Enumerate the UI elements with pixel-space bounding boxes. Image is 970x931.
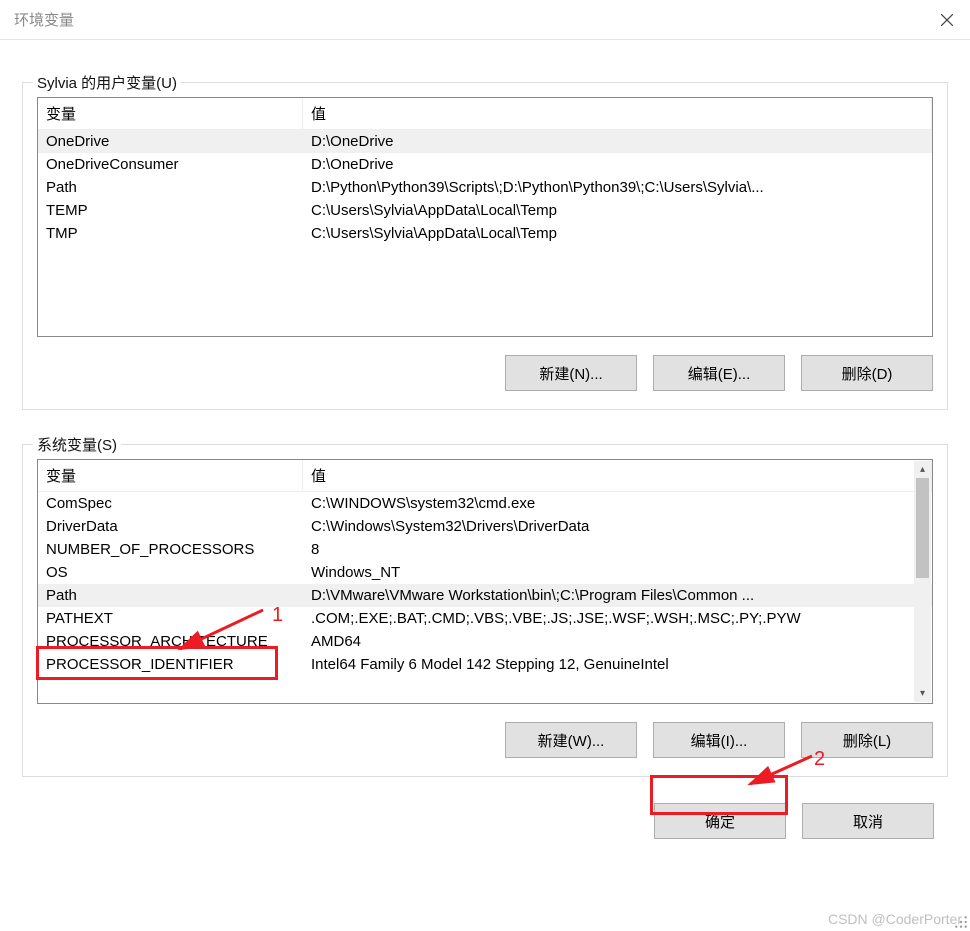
cell-variable: OneDriveConsumer	[38, 153, 303, 176]
cell-variable: PROCESSOR_IDENTIFIER	[38, 653, 303, 676]
table-row[interactable]: PathD:\VMware\VMware Workstation\bin\;C:…	[38, 584, 932, 607]
cell-value: C:\Windows\System32\Drivers\DriverData	[303, 515, 932, 538]
cancel-button[interactable]: 取消	[802, 803, 934, 839]
cell-value: C:\WINDOWS\system32\cmd.exe	[303, 492, 932, 515]
cell-variable: OneDrive	[38, 130, 303, 153]
col-variable[interactable]: 变量	[38, 98, 303, 129]
user-variables-list[interactable]: 变量 值 OneDriveD:\OneDriveOneDriveConsumer…	[37, 97, 933, 337]
table-row[interactable]: OneDriveD:\OneDrive	[38, 130, 932, 153]
table-row[interactable]: OneDriveConsumerD:\OneDrive	[38, 153, 932, 176]
ok-button[interactable]: 确定	[654, 803, 786, 839]
table-row[interactable]: TMPC:\Users\Sylvia\AppData\Local\Temp	[38, 222, 932, 245]
scrollbar[interactable]: ▴ ▾	[914, 461, 931, 702]
cell-variable: PROCESSOR_ARCHITECTURE	[38, 630, 303, 653]
cell-value: D:\Python\Python39\Scripts\;D:\Python\Py…	[303, 176, 932, 199]
cell-value: .COM;.EXE;.BAT;.CMD;.VBS;.VBE;.JS;.JSE;.…	[303, 607, 932, 630]
table-row[interactable]: PathD:\Python\Python39\Scripts\;D:\Pytho…	[38, 176, 932, 199]
user-delete-button[interactable]: 删除(D)	[801, 355, 933, 391]
user-legend: Sylvia 的用户变量(U)	[33, 72, 181, 93]
cell-variable: Path	[38, 176, 303, 199]
user-buttons: 新建(N)... 编辑(E)... 删除(D)	[37, 355, 933, 391]
system-variables-group: 系统变量(S) 变量 值 ComSpecC:\WINDOWS\system32\…	[22, 444, 948, 777]
cell-value: D:\OneDrive	[303, 153, 932, 176]
cell-value: Intel64 Family 6 Model 142 Stepping 12, …	[303, 653, 932, 676]
user-variables-group: Sylvia 的用户变量(U) 变量 值 OneDriveD:\OneDrive…	[22, 82, 948, 410]
cell-value: AMD64	[303, 630, 932, 653]
table-row[interactable]: DriverDataC:\Windows\System32\Drivers\Dr…	[38, 515, 932, 538]
system-delete-button[interactable]: 删除(L)	[801, 722, 933, 758]
cell-variable: ComSpec	[38, 492, 303, 515]
cell-variable: TEMP	[38, 199, 303, 222]
col-value[interactable]: 值	[303, 98, 932, 129]
table-row[interactable]: TEMPC:\Users\Sylvia\AppData\Local\Temp	[38, 199, 932, 222]
scroll-up-icon[interactable]: ▴	[914, 461, 931, 478]
table-row[interactable]: PATHEXT.COM;.EXE;.BAT;.CMD;.VBS;.VBE;.JS…	[38, 607, 932, 630]
cell-variable: Path	[38, 584, 303, 607]
table-row[interactable]: PROCESSOR_IDENTIFIERIntel64 Family 6 Mod…	[38, 653, 932, 676]
cell-variable: PATHEXT	[38, 607, 303, 630]
table-row[interactable]: PROCESSOR_ARCHITECTUREAMD64	[38, 630, 932, 653]
resize-grip-icon[interactable]	[954, 915, 968, 929]
cell-value: Windows_NT	[303, 561, 932, 584]
scroll-thumb[interactable]	[916, 478, 929, 578]
dialog-buttons: 确定 取消	[0, 777, 970, 839]
cell-value: D:\OneDrive	[303, 130, 932, 153]
list-header: 变量 值	[38, 460, 932, 492]
scroll-down-icon[interactable]: ▾	[914, 685, 931, 702]
col-variable[interactable]: 变量	[38, 460, 303, 491]
cell-value: C:\Users\Sylvia\AppData\Local\Temp	[303, 222, 932, 245]
cell-variable: DriverData	[38, 515, 303, 538]
col-value[interactable]: 值	[303, 460, 932, 491]
system-new-button[interactable]: 新建(W)...	[505, 722, 637, 758]
table-row[interactable]: OSWindows_NT	[38, 561, 932, 584]
list-header: 变量 值	[38, 98, 932, 130]
cell-variable: TMP	[38, 222, 303, 245]
user-new-button[interactable]: 新建(N)...	[505, 355, 637, 391]
cell-value: D:\VMware\VMware Workstation\bin\;C:\Pro…	[303, 584, 932, 607]
window-title: 环境变量	[14, 9, 74, 30]
system-variables-list[interactable]: 变量 值 ComSpecC:\WINDOWS\system32\cmd.exeD…	[37, 459, 933, 704]
table-row[interactable]: NUMBER_OF_PROCESSORS8	[38, 538, 932, 561]
system-legend: 系统变量(S)	[33, 434, 121, 455]
cell-value: 8	[303, 538, 932, 561]
system-buttons: 新建(W)... 编辑(I)... 删除(L)	[37, 722, 933, 758]
close-icon[interactable]	[924, 0, 970, 40]
user-edit-button[interactable]: 编辑(E)...	[653, 355, 785, 391]
watermark: CSDN @CoderPorter	[828, 911, 962, 927]
cell-variable: OS	[38, 561, 303, 584]
titlebar: 环境变量	[0, 0, 970, 40]
table-row[interactable]: ComSpecC:\WINDOWS\system32\cmd.exe	[38, 492, 932, 515]
cell-value: C:\Users\Sylvia\AppData\Local\Temp	[303, 199, 932, 222]
system-edit-button[interactable]: 编辑(I)...	[653, 722, 785, 758]
cell-variable: NUMBER_OF_PROCESSORS	[38, 538, 303, 561]
